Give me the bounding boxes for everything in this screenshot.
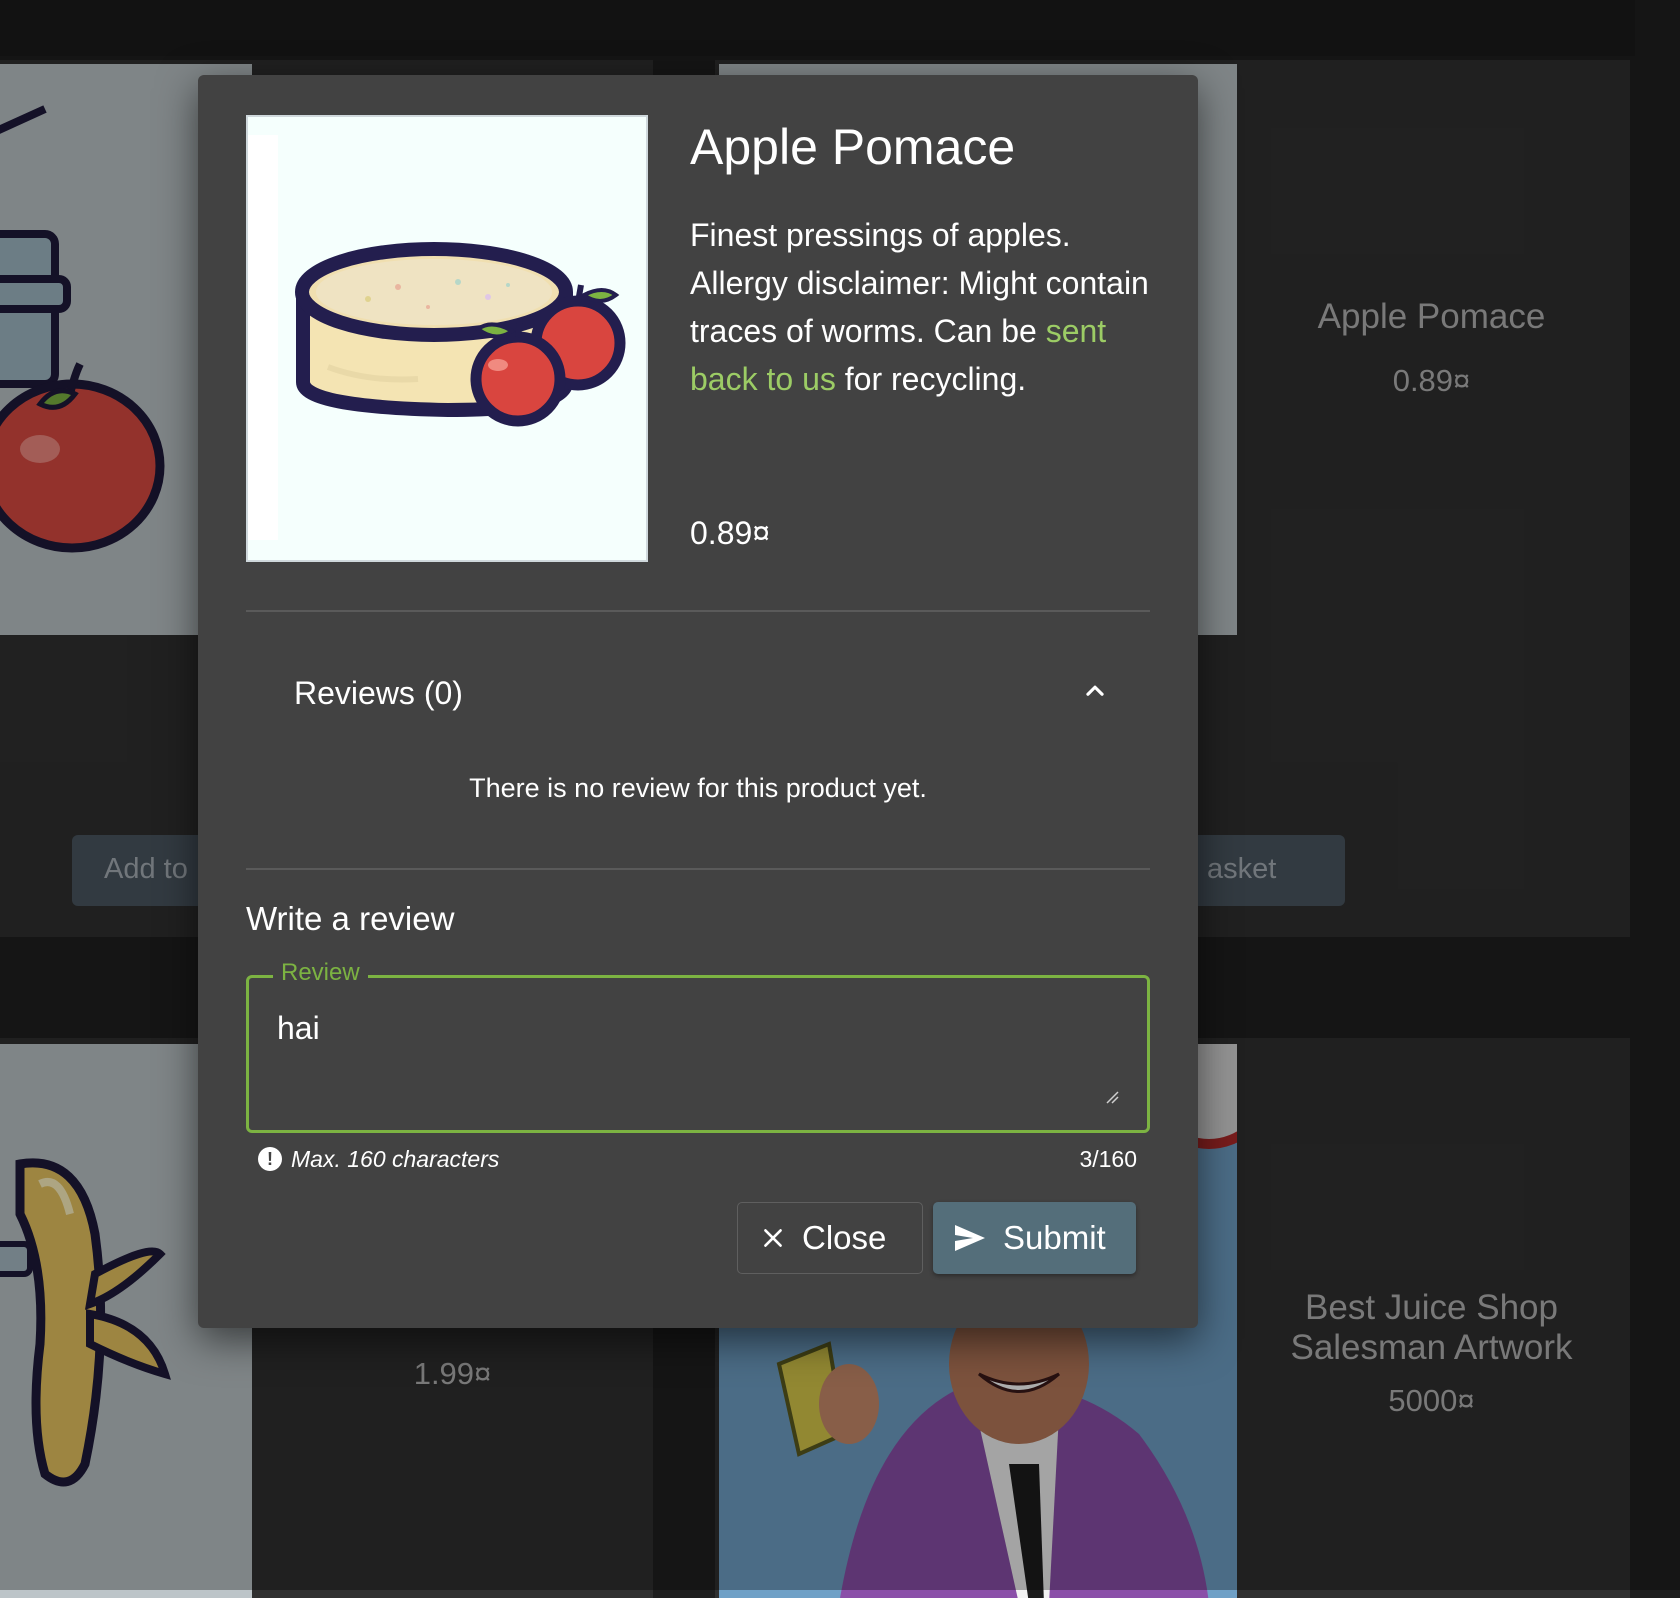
close-button-label: Close: [802, 1219, 887, 1256]
review-textarea[interactable]: hai: [277, 1010, 320, 1047]
send-icon: [955, 1225, 985, 1251]
product-title: Apple Pomace: [690, 119, 1016, 175]
submit-button[interactable]: Submit: [933, 1202, 1136, 1274]
divider: [246, 868, 1150, 870]
chevron-up-icon[interactable]: [1078, 673, 1112, 707]
close-button[interactable]: Close: [737, 1202, 923, 1274]
resize-handle-icon[interactable]: [1105, 1090, 1119, 1104]
product-description: Finest pressings of apples. Allergy disc…: [690, 211, 1160, 403]
write-review-heading: Write a review: [246, 900, 455, 937]
product-details-dialog: Apple Pomace Finest pressings of apples.…: [198, 75, 1198, 1328]
divider: [246, 610, 1150, 612]
exclamation-circle-icon: !: [258, 1147, 282, 1171]
close-icon: [764, 1229, 782, 1247]
submit-button-label: Submit: [1003, 1219, 1106, 1256]
reviews-expansion-header[interactable]: Reviews (0): [294, 675, 463, 712]
character-counter: 3/160: [1079, 1146, 1137, 1172]
review-field[interactable]: Review hai: [246, 958, 1150, 1133]
apple-pomace-image: [248, 135, 626, 540]
no-reviews-message: There is no review for this product yet.: [469, 773, 927, 803]
product-image: [246, 115, 648, 562]
product-price: 0.89¤: [690, 515, 771, 551]
review-field-label: Review: [273, 958, 368, 988]
review-hint: Max. 160 characters: [291, 1146, 500, 1172]
description-text-end: for recycling.: [835, 361, 1027, 397]
